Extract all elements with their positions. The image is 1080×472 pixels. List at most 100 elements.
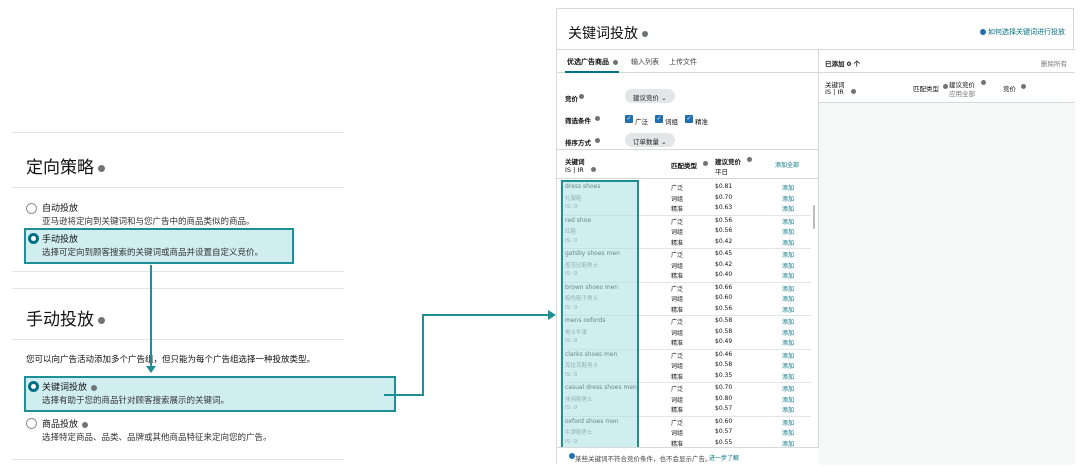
col-keyword-sub: IS | IR — [565, 166, 584, 174]
info-icon[interactable] — [98, 316, 105, 324]
tabs: 优选广告商品 输入列表 上传文件 — [557, 49, 819, 73]
add-all-button[interactable]: 添加全部 — [775, 160, 799, 169]
info-icon[interactable] — [579, 94, 584, 99]
manual-title: 手动投放 — [26, 310, 94, 330]
suggested-bid: $0.66 — [715, 283, 733, 291]
footer-link[interactable]: 进一步了解 — [709, 453, 739, 462]
manual-note: 您可以向广告活动添加多个广告组，但只能为每个广告组选择一种投放类型。 — [26, 355, 316, 365]
add-keyword-button[interactable]: 添加 — [782, 227, 794, 236]
sort-dropdown[interactable]: 订单数量 ⌄ — [625, 133, 675, 147]
filter-exact-label: 精准 — [695, 118, 708, 126]
add-keyword-button[interactable]: 添加 — [782, 271, 794, 280]
add-keyword-button[interactable]: 添加 — [782, 194, 794, 203]
match-type: 词组 — [671, 195, 684, 203]
info-icon[interactable] — [1021, 84, 1026, 89]
add-keyword-button[interactable]: 添加 — [782, 351, 794, 360]
suggested-bid: $0.81 — [715, 183, 733, 190]
keyword-column-highlight — [561, 180, 639, 457]
product-targeting-label[interactable]: 商品投放 — [42, 420, 78, 430]
col-keyword: 关键词 — [565, 158, 585, 166]
match-type: 词组 — [671, 363, 684, 370]
add-keyword-button[interactable]: 添加 — [782, 428, 794, 437]
add-keyword-button[interactable]: 添加 — [782, 294, 794, 303]
match-type: 词组 — [671, 430, 684, 437]
add-keyword-button[interactable]: 添加 — [782, 405, 794, 414]
keyword-targeting-radio[interactable] — [28, 381, 39, 392]
manual-title-row: 手动投放 — [26, 305, 105, 330]
arrow-right-icon — [548, 310, 556, 320]
add-keyword-button[interactable]: 添加 — [782, 305, 794, 314]
match-type: 词组 — [671, 329, 684, 337]
manual-targeting-radio[interactable] — [28, 233, 39, 244]
info-icon[interactable] — [98, 164, 105, 172]
keyword-panel-title: 关键词投放 — [568, 26, 638, 42]
match-type: 词组 — [671, 229, 684, 236]
match-type: 精准 — [671, 273, 684, 280]
info-icon[interactable] — [82, 421, 89, 428]
divider — [12, 339, 344, 340]
sort-dropdown-value: 订单数量 — [633, 138, 659, 146]
help-link[interactable]: 如何选择关键词进行投放 — [988, 28, 1065, 36]
add-keyword-button[interactable]: 添加 — [782, 384, 794, 393]
add-keyword-button[interactable]: 添加 — [782, 261, 794, 270]
info-icon[interactable] — [613, 59, 618, 65]
add-keyword-button[interactable]: 添加 — [782, 328, 794, 337]
add-keyword-button[interactable]: 添加 — [782, 317, 794, 326]
info-icon[interactable] — [595, 116, 600, 121]
product-targeting-desc: 选择特定商品、品类、品牌或其他商品特征来定向您的广告。 — [42, 433, 272, 443]
scrollbar[interactable] — [813, 205, 815, 229]
add-keyword-button[interactable]: 添加 — [782, 238, 794, 247]
filter-broad-checkbox[interactable]: ✓ — [625, 115, 633, 123]
manual-targeting-label[interactable]: 手动投放 — [42, 232, 78, 245]
help-link-row: 如何选择关键词进行投放 — [980, 27, 1065, 37]
info-icon[interactable] — [703, 161, 708, 166]
info-icon[interactable] — [591, 167, 596, 172]
add-keyword-button[interactable]: 添加 — [782, 338, 794, 347]
add-keyword-button[interactable]: 添加 — [782, 372, 794, 381]
auto-targeting-label[interactable]: 自动投放 — [42, 201, 78, 214]
add-keyword-button[interactable]: 添加 — [782, 183, 794, 192]
tab-upload-file[interactable]: 上传文件 — [669, 57, 697, 67]
suggested-bid: $0.45 — [715, 250, 733, 257]
info-icon[interactable] — [642, 31, 648, 37]
add-keyword-button[interactable]: 添加 — [782, 395, 794, 404]
tab-enter-list[interactable]: 输入列表 — [631, 57, 659, 67]
add-keyword-button[interactable]: 添加 — [782, 250, 794, 259]
filter-exact-checkbox[interactable]: ✓ — [685, 115, 693, 123]
info-icon[interactable] — [981, 80, 986, 85]
suggested-bid: $0.35 — [715, 371, 733, 379]
info-icon[interactable] — [595, 138, 600, 143]
suggested-bid: $0.42 — [715, 260, 733, 268]
keyword-targeting-label[interactable]: 关键词投放 — [42, 383, 87, 393]
connector-horizontal-2 — [422, 314, 550, 316]
bid-dropdown[interactable]: 建议竞价 ⌄ — [625, 89, 675, 103]
added-table-header: 关键词 IS | IR 匹配类型 建议竞价 应用全部 竞价 — [819, 73, 1075, 103]
col-bid: 建议竞价 — [715, 158, 741, 166]
match-type: 精准 — [671, 340, 684, 347]
col-bid-sub: 平日 — [715, 168, 728, 176]
suggested-bid: $0.40 — [715, 271, 733, 278]
added-col-bid-sub[interactable]: 应用全部 — [949, 88, 975, 98]
product-targeting-radio[interactable] — [26, 418, 37, 429]
add-keyword-button[interactable]: 添加 — [782, 284, 794, 293]
targeting-title-row: 定向策略 — [26, 153, 105, 178]
add-keyword-button[interactable]: 添加 — [782, 217, 794, 226]
add-keyword-button[interactable]: 添加 — [782, 361, 794, 370]
match-type: 广泛 — [671, 218, 684, 226]
suggested-bid: $0.57 — [715, 405, 733, 412]
info-icon[interactable] — [851, 89, 856, 94]
suggested-bid: $0.70 — [715, 193, 733, 201]
remove-all-button[interactable]: 删除所有 — [1041, 58, 1067, 68]
add-keyword-button[interactable]: 添加 — [782, 204, 794, 213]
match-type: 广泛 — [671, 252, 684, 259]
add-keyword-button[interactable]: 添加 — [782, 418, 794, 427]
info-icon[interactable] — [943, 84, 948, 89]
info-icon[interactable] — [747, 157, 752, 162]
info-icon[interactable] — [91, 384, 98, 391]
tab-suggested[interactable]: 优选广告商品 — [567, 58, 609, 66]
footer-note: 某些关键词不符合竞价条件，也不会显示广告。 — [575, 455, 712, 463]
auto-targeting-radio[interactable] — [26, 203, 37, 214]
filter-phrase-checkbox[interactable]: ✓ — [655, 115, 663, 123]
match-type: 广泛 — [671, 352, 684, 360]
filter-label: 筛选条件 — [565, 117, 591, 125]
